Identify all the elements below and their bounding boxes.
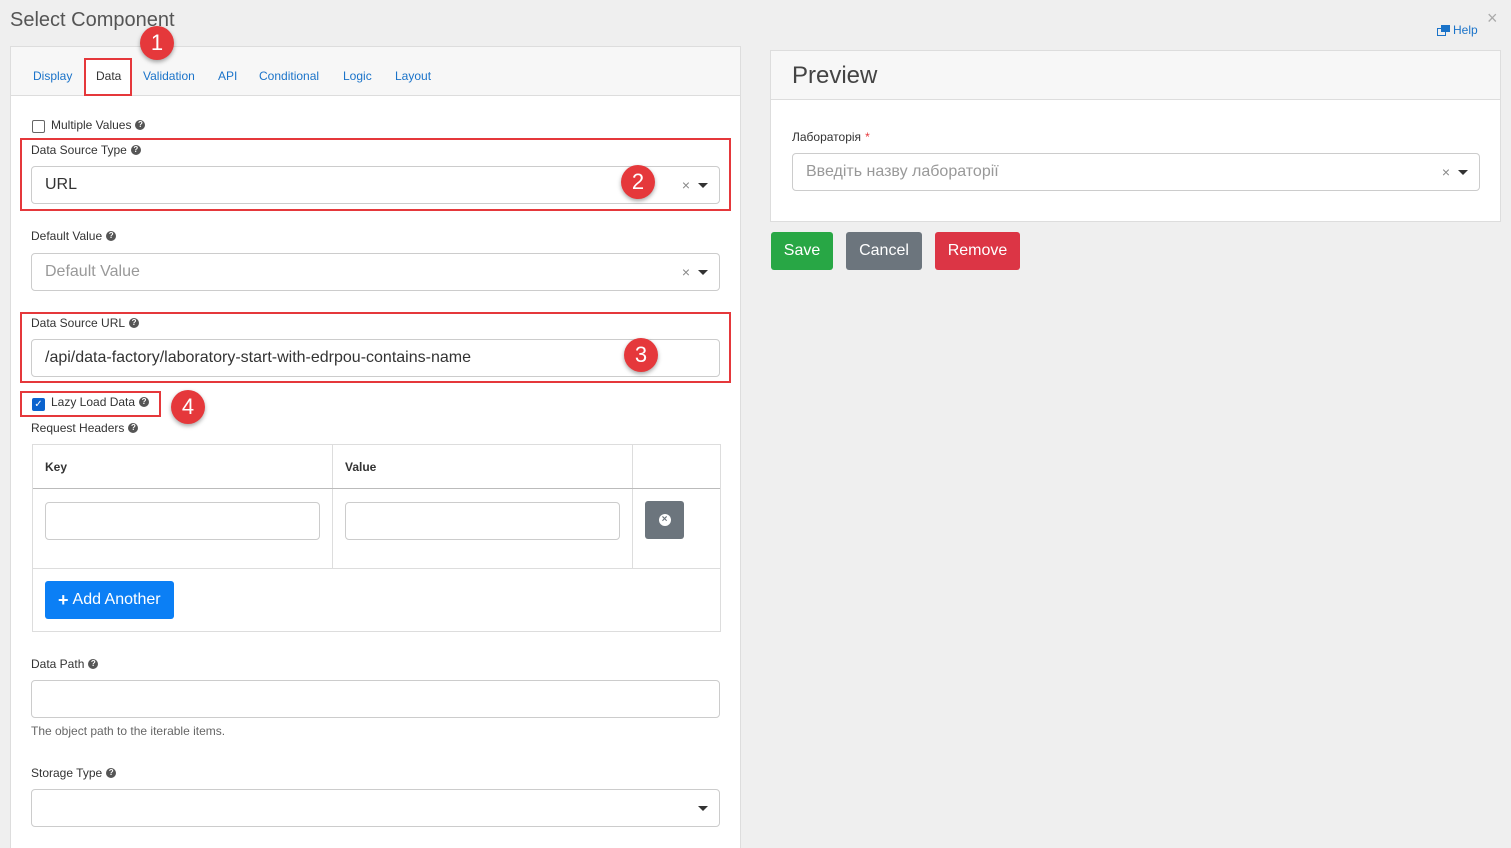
lazy-load-checkbox[interactable]: ✓	[32, 398, 45, 411]
tab-bar: Display Data Validation API Conditional …	[11, 47, 740, 96]
default-value-text: Default Value	[31, 229, 103, 243]
clear-icon[interactable]: ×	[682, 177, 690, 193]
data-source-url-label: Data Source URL ?	[31, 316, 140, 330]
data-source-type-select[interactable]: URL ×	[31, 166, 720, 204]
annotation-badge-2: 2	[621, 165, 655, 199]
help-label: Help	[1453, 23, 1478, 37]
data-source-type-text: Data Source Type	[31, 143, 127, 157]
tab-validation[interactable]: Validation	[143, 69, 195, 83]
tab-api[interactable]: API	[218, 69, 237, 83]
multiple-values-text: Multiple Values	[51, 118, 132, 132]
preview-panel: Preview Лабораторія * Введіть назву лабо…	[770, 50, 1501, 222]
preview-laboratory-select[interactable]: Введіть назву лабораторії ×	[792, 153, 1480, 191]
row-divider	[33, 568, 720, 569]
cancel-button[interactable]: Cancel	[846, 232, 922, 270]
data-path-label: Data Path ?	[31, 657, 99, 671]
request-headers-text: Request Headers	[31, 421, 125, 435]
preview-field-label: Лабораторія *	[792, 130, 870, 144]
help-tooltip-icon[interactable]: ?	[128, 423, 139, 433]
request-headers-table: Key Value × + Add Another	[32, 444, 721, 632]
clear-icon[interactable]: ×	[1442, 164, 1450, 180]
column-header-value: Value	[345, 460, 377, 474]
required-mark: *	[865, 130, 870, 144]
plus-icon: +	[58, 589, 69, 610]
tab-layout[interactable]: Layout	[395, 69, 431, 83]
column-divider	[332, 445, 333, 569]
header-value-input[interactable]	[345, 502, 620, 540]
lazy-load-text: Lazy Load Data	[51, 395, 136, 409]
preview-placeholder: Введіть назву лабораторії	[806, 163, 999, 180]
tab-display[interactable]: Display	[33, 69, 72, 83]
multiple-values-checkbox[interactable]	[32, 120, 45, 133]
data-source-url-input[interactable]: /api/data-factory/laboratory-start-with-…	[31, 339, 720, 377]
lazy-load-label: Lazy Load Data ?	[51, 395, 150, 409]
multiple-values-label: Multiple Values ?	[51, 118, 146, 132]
annotation-badge-3: 3	[624, 338, 658, 372]
clear-icon[interactable]: ×	[682, 264, 690, 280]
help-tooltip-icon[interactable]: ?	[106, 768, 117, 778]
header-key-input[interactable]	[45, 502, 320, 540]
chevron-down-icon[interactable]	[698, 806, 708, 811]
close-icon[interactable]: ×	[1487, 8, 1498, 29]
storage-type-text: Storage Type	[31, 766, 103, 780]
remove-circle-icon: ×	[658, 514, 671, 526]
help-tooltip-icon[interactable]: ?	[139, 397, 150, 407]
data-source-type-value: URL	[45, 176, 78, 193]
remove-row-button[interactable]: ×	[645, 501, 684, 539]
default-value-select[interactable]: Default Value ×	[31, 253, 720, 291]
header-divider	[33, 488, 720, 489]
add-another-button[interactable]: + Add Another	[45, 581, 174, 619]
data-source-url-value: /api/data-factory/laboratory-start-with-…	[45, 349, 471, 366]
default-value-placeholder: Default Value	[45, 263, 140, 280]
save-button[interactable]: Save	[771, 232, 833, 270]
column-divider	[632, 445, 633, 569]
tab-data[interactable]: Data	[96, 69, 121, 83]
help-link[interactable]: Help	[1437, 23, 1478, 37]
data-path-hint: The object path to the iterable items.	[31, 724, 226, 738]
chevron-down-icon[interactable]	[1458, 170, 1468, 175]
help-tooltip-icon[interactable]: ?	[106, 231, 117, 241]
data-path-input[interactable]	[31, 680, 720, 718]
tab-conditional[interactable]: Conditional	[259, 69, 319, 83]
help-tooltip-icon[interactable]: ?	[129, 318, 140, 328]
chevron-down-icon[interactable]	[698, 270, 708, 275]
tab-logic[interactable]: Logic	[343, 69, 372, 83]
help-tooltip-icon[interactable]: ?	[135, 120, 146, 130]
data-source-url-text: Data Source URL	[31, 316, 126, 330]
column-header-key: Key	[45, 460, 68, 474]
help-tooltip-icon[interactable]: ?	[88, 659, 99, 669]
data-path-text: Data Path	[31, 657, 85, 671]
default-value-label: Default Value ?	[31, 229, 117, 243]
external-link-icon	[1437, 24, 1450, 36]
request-headers-label: Request Headers ?	[31, 421, 139, 435]
add-another-label: Add Another	[72, 591, 161, 608]
annotation-badge-1: 1	[140, 26, 174, 60]
storage-type-select[interactable]	[31, 789, 720, 827]
storage-type-label: Storage Type ?	[31, 766, 117, 780]
preview-field-text: Лабораторія	[792, 130, 862, 144]
remove-button[interactable]: Remove	[935, 232, 1020, 270]
data-source-type-label: Data Source Type ?	[31, 143, 141, 157]
preview-title: Preview	[771, 51, 1500, 100]
annotation-badge-4: 4	[171, 390, 205, 424]
help-tooltip-icon[interactable]: ?	[130, 145, 141, 155]
chevron-down-icon[interactable]	[698, 183, 708, 188]
